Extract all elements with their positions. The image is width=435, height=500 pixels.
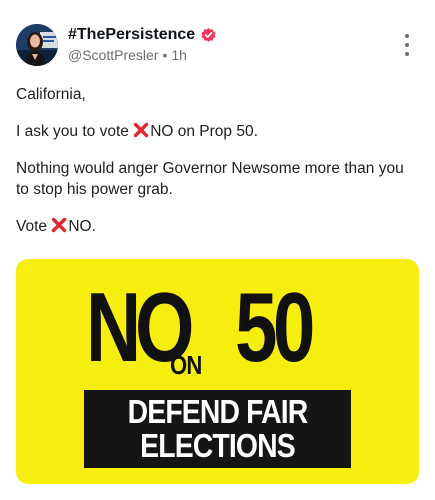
author-handle[interactable]: @ScottPresler [68,47,158,63]
image-banner-line-2: ELECTIONS [140,427,296,464]
more-vertical-icon-dot [405,52,409,56]
author-meta-row: @ScottPresler • 1h [68,47,217,63]
post-paragraph-greeting: California, [16,84,416,105]
post-paragraph-reason: Nothing would anger Governor Newsome mor… [16,158,416,200]
post-header: #ThePersistence @ScottPresler • 1h [16,22,419,68]
post-text-ask-start: I ask you to vote [16,123,134,140]
image-banner: DEFEND FAIR ELECTIONS [84,390,351,468]
more-vertical-icon-dot [405,34,409,38]
post-paragraph-vote: Vote NO. [16,216,416,237]
more-options-button[interactable] [401,34,413,56]
post-image[interactable]: NO ON 50 DEFEND FAIR ELECTIONS [16,259,419,484]
post-text-vote-start: Vote [16,218,52,235]
post-timestamp[interactable]: 1h [171,47,187,63]
post-text-vote-end: NO. [68,218,96,235]
post-body: California, I ask you to vote NO on Prop… [16,84,416,253]
image-banner-line-1: DEFEND FAIR [127,393,309,430]
verified-badge-icon [200,27,217,44]
post-text-reason: Nothing would anger Governor Newsome mor… [16,160,404,198]
author-name-row: #ThePersistence [68,25,217,45]
post-text-ask-end: NO on Prop 50. [150,123,258,140]
author-display-name[interactable]: #ThePersistence [68,26,195,44]
post-text-greeting: California, [16,86,86,103]
avatar[interactable] [16,24,58,66]
more-vertical-icon-dot [405,43,409,47]
post-paragraph-ask: I ask you to vote NO on Prop 50. [16,121,416,142]
author-block: #ThePersistence @ScottPresler • 1h [68,25,217,63]
cross-mark-icon [51,217,67,233]
image-number-50: 50 [235,272,315,382]
cross-mark-icon [133,122,149,138]
image-word-on: ON [170,350,202,380]
meta-separator: • [162,47,168,63]
avatar-photo [16,24,58,66]
